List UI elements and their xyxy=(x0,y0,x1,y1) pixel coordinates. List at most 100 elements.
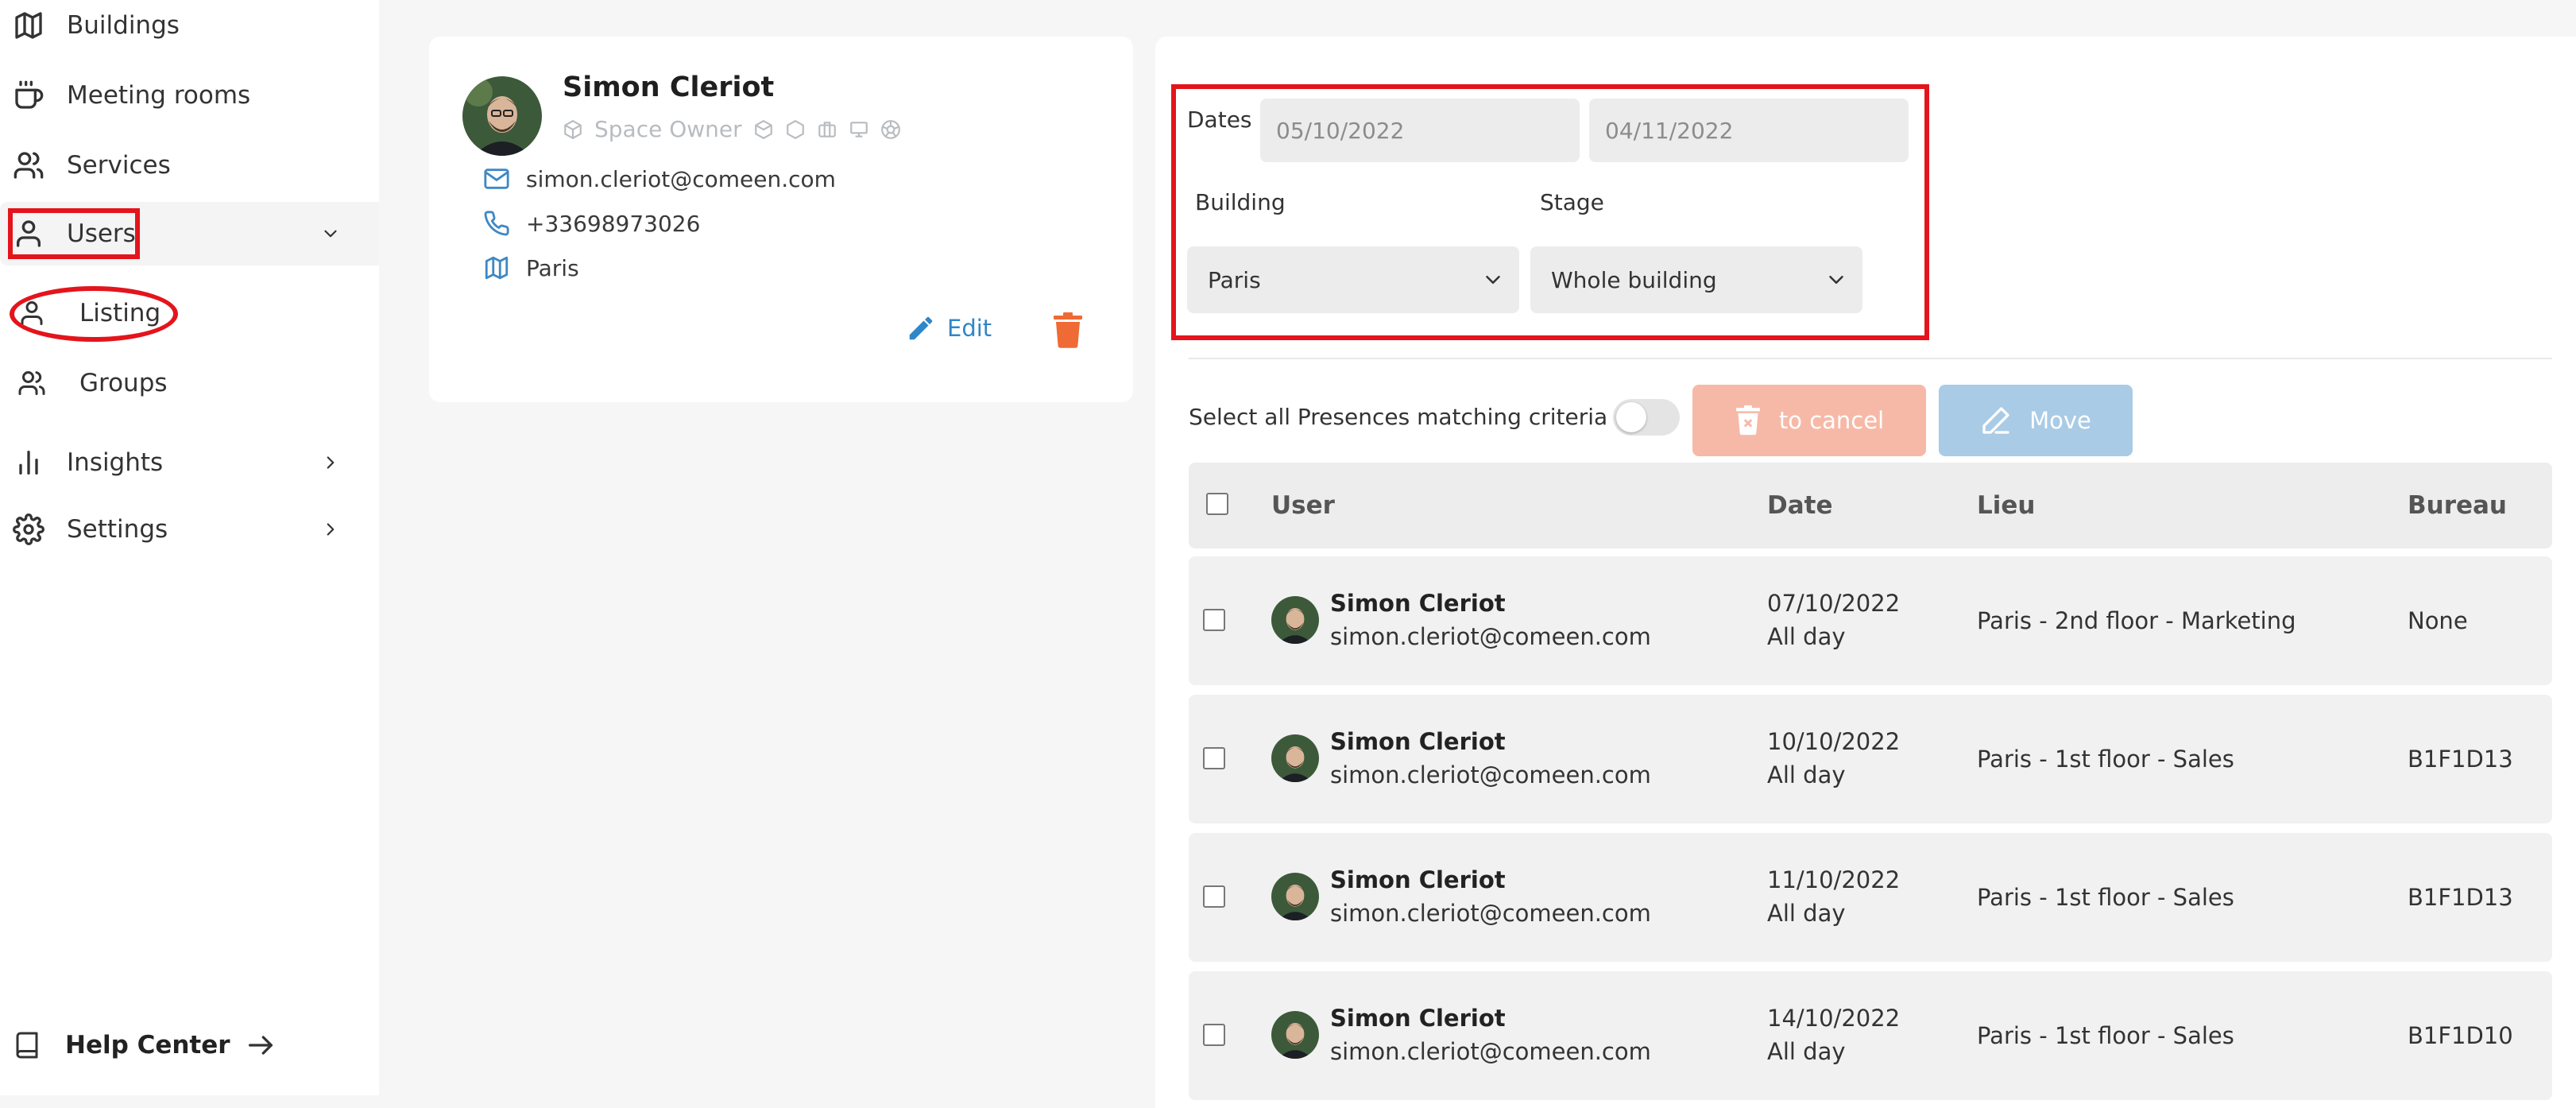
sidebar-item-meeting-rooms[interactable]: Meeting rooms xyxy=(0,64,379,127)
user-role-line: Space Owner xyxy=(563,116,901,142)
table-row[interactable]: Simon Cleriot simon.cleriot@comeen.com 1… xyxy=(1189,833,2552,962)
row-checkbox[interactable] xyxy=(1203,1024,1225,1046)
help-center-label: Help Center xyxy=(65,1031,230,1060)
map-icon xyxy=(15,12,42,39)
chevron-down-icon xyxy=(324,230,337,238)
annotation-highlight-users xyxy=(8,208,140,259)
row-date: 14/10/2022 xyxy=(1767,1005,1901,1032)
row-checkbox[interactable] xyxy=(1203,885,1225,908)
table-row[interactable]: Simon Cleriot simon.cleriot@comeen.com 0… xyxy=(1189,556,2552,685)
edit-pen-icon xyxy=(1982,407,2009,434)
row-date: 11/10/2022 xyxy=(1767,866,1901,893)
chevron-right-icon xyxy=(327,456,335,469)
date-from-input[interactable]: 05/10/2022 xyxy=(1260,99,1580,162)
avatar xyxy=(1271,734,1319,782)
user-city: Paris xyxy=(526,254,579,281)
user-profile-card: Simon Cleriot Space Owner simon.cleriot@… xyxy=(429,37,1133,402)
sidebar-item-groups[interactable]: Groups xyxy=(0,351,379,415)
divider xyxy=(1189,358,2552,359)
row-user-email: simon.cleriot@comeen.com xyxy=(1330,900,1651,927)
row-checkbox[interactable] xyxy=(1203,609,1225,631)
sidebar-item-label: Insights xyxy=(67,448,164,477)
row-user-email: simon.cleriot@comeen.com xyxy=(1330,761,1651,788)
briefcase-icon xyxy=(817,119,837,140)
trash-x-icon xyxy=(1735,405,1760,436)
aperture-icon xyxy=(880,119,901,140)
table-row[interactable]: Simon Cleriot simon.cleriot@comeen.com 1… xyxy=(1189,971,2552,1100)
column-header-lieu[interactable]: Lieu xyxy=(1977,491,2035,520)
annotation-highlight-filters: Dates 05/10/2022 04/11/2022 Building Sta… xyxy=(1171,84,1929,340)
sidebar-item-insights[interactable]: Insights xyxy=(0,431,379,494)
dates-label: Dates xyxy=(1187,107,1252,133)
move-label: Move xyxy=(2029,407,2091,434)
pencil-icon xyxy=(909,316,933,340)
row-desk: None xyxy=(2408,607,2468,634)
chevron-down-icon xyxy=(1829,276,1843,284)
building-select[interactable]: Paris xyxy=(1187,246,1519,313)
select-all-toggle[interactable] xyxy=(1613,399,1680,436)
column-header-bureau[interactable]: Bureau xyxy=(2408,491,2507,520)
select-all-checkbox[interactable] xyxy=(1206,493,1228,515)
sidebar: Buildings Meeting rooms Services Users L… xyxy=(0,0,379,1095)
row-place: Paris - 1st floor - Sales xyxy=(1977,884,2234,911)
stage-label: Stage xyxy=(1540,189,1604,215)
row-user-email: simon.cleriot@comeen.com xyxy=(1330,1038,1651,1065)
row-user-name: Simon Cleriot xyxy=(1330,866,1506,893)
row-time: All day xyxy=(1767,623,1846,650)
edit-label: Edit xyxy=(947,315,992,342)
user-phone: +33698973026 xyxy=(526,210,701,237)
user-role: Space Owner xyxy=(594,116,742,142)
chevron-down-icon xyxy=(1486,276,1500,284)
edit-button[interactable]: Edit xyxy=(906,313,992,343)
column-header-date[interactable]: Date xyxy=(1767,491,1833,520)
map-icon xyxy=(485,256,509,280)
row-date: 07/10/2022 xyxy=(1767,590,1901,617)
avatar xyxy=(1271,596,1319,644)
sidebar-item-label: Meeting rooms xyxy=(67,81,251,110)
trash-icon xyxy=(1054,312,1082,348)
mail-icon xyxy=(484,169,509,189)
book-icon xyxy=(16,1032,38,1059)
building-label: Building xyxy=(1195,189,1286,215)
column-header-user[interactable]: User xyxy=(1271,491,1335,520)
select-all-label: Select all Presences matching criteria xyxy=(1189,404,1608,430)
people-icon xyxy=(18,371,45,395)
row-place: Paris - 2nd floor - Marketing xyxy=(1977,607,2296,634)
row-user-name: Simon Cleriot xyxy=(1330,1005,1506,1032)
sidebar-item-buildings[interactable]: Buildings xyxy=(0,0,379,57)
table-header: User Date Lieu Bureau xyxy=(1189,463,2552,548)
row-checkbox[interactable] xyxy=(1203,747,1225,769)
phone-icon xyxy=(484,211,509,236)
hexagon-icon xyxy=(785,119,806,140)
user-email: simon.cleriot@comeen.com xyxy=(526,165,836,192)
row-desk: B1F1D13 xyxy=(2408,884,2513,911)
row-time: All day xyxy=(1767,761,1846,788)
delete-button[interactable] xyxy=(1052,312,1084,348)
coffee-cup-icon xyxy=(15,80,44,109)
sidebar-item-settings[interactable]: Settings xyxy=(0,498,379,561)
sidebar-item-label: Groups xyxy=(79,369,168,397)
gear-icon xyxy=(13,513,44,545)
cancel-label: to cancel xyxy=(1778,407,1885,434)
arrow-right-icon xyxy=(248,1036,273,1055)
date-to-input[interactable]: 04/11/2022 xyxy=(1589,99,1909,162)
avatar xyxy=(1271,1011,1319,1059)
user-name: Simon Cleriot xyxy=(563,72,775,103)
row-date: 10/10/2022 xyxy=(1767,728,1901,755)
avatar xyxy=(462,76,542,156)
stage-select[interactable]: Whole building xyxy=(1530,246,1862,313)
user-email-row: simon.cleriot@comeen.com xyxy=(483,165,836,192)
move-button[interactable]: Move xyxy=(1939,385,2133,456)
sidebar-item-label: Buildings xyxy=(67,11,180,40)
row-place: Paris - 1st floor - Sales xyxy=(1977,1022,2234,1049)
help-center-link[interactable]: Help Center xyxy=(13,1025,277,1065)
sidebar-item-services[interactable]: Services xyxy=(0,134,379,197)
annotation-highlight-listing xyxy=(10,286,178,342)
row-desk: B1F1D13 xyxy=(2408,746,2513,773)
box-icon xyxy=(753,119,774,140)
row-time: All day xyxy=(1767,1038,1846,1065)
cancel-presences-button[interactable]: to cancel xyxy=(1692,385,1926,456)
table-row[interactable]: Simon Cleriot simon.cleriot@comeen.com 1… xyxy=(1189,695,2552,823)
presences-panel: Dates 05/10/2022 04/11/2022 Building Sta… xyxy=(1155,37,2576,1108)
row-desk: B1F1D10 xyxy=(2408,1022,2513,1049)
